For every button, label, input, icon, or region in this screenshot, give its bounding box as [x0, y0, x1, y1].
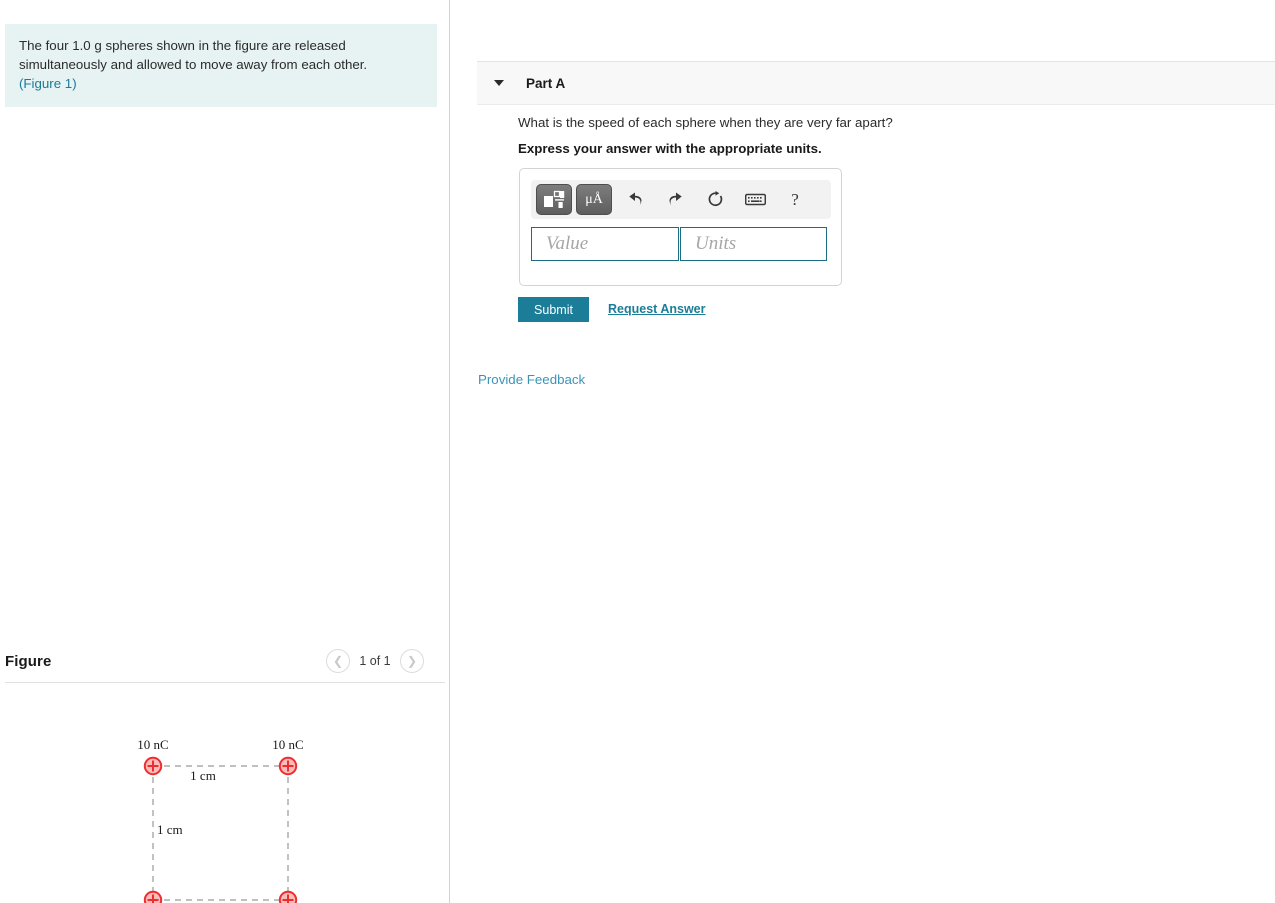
left-panel: The four 1.0 g spheres shown in the figu… [0, 0, 450, 903]
answer-entry-widget: μÅ ? Value Units [519, 168, 842, 286]
dimension-label-left: 1 cm [157, 822, 183, 837]
charge-square-diagram: 1 cm 1 cm 10 nC 10 nC [137, 737, 304, 903]
units-button-label: μÅ [585, 191, 603, 207]
submit-button[interactable]: Submit [518, 297, 589, 322]
question-text: The four 1.0 g spheres shown in the figu… [19, 38, 368, 72]
dimension-label-top: 1 cm [190, 768, 216, 783]
units-input[interactable] [680, 227, 827, 261]
template-glyph [544, 190, 565, 208]
part-a-header[interactable]: Part A [477, 61, 1275, 105]
redo-arrow-icon[interactable] [656, 184, 694, 215]
charge-label-top-left: 10 nC [137, 737, 168, 752]
figure-section: Figure ❮ 1 of 1 ❯ 1 cm 1 cm 10 nC 10 nC [0, 640, 450, 903]
template-icon[interactable] [536, 184, 572, 215]
figure-page-indicator: 1 of 1 [359, 654, 391, 668]
value-input[interactable] [531, 227, 679, 261]
figure-diagram: 1 cm 1 cm 10 nC 10 nC [0, 683, 450, 903]
charge-label-top-right: 10 nC [272, 737, 303, 752]
request-answer-link[interactable]: Request Answer [608, 302, 705, 316]
reset-circular-arrow-icon[interactable] [696, 184, 734, 215]
part-a-title: Part A [526, 75, 566, 91]
keyboard-icon[interactable] [736, 184, 774, 215]
figure-pager: ❮ 1 of 1 ❯ [326, 649, 424, 673]
provide-feedback-link[interactable]: Provide Feedback [478, 372, 585, 387]
charge-top-right: 10 nC [272, 737, 304, 776]
right-panel: Part A What is the speed of each sphere … [451, 0, 1275, 903]
keyboard-glyph [744, 193, 766, 206]
charge-top-left: 10 nC [137, 737, 169, 776]
chevron-left-icon[interactable]: ❮ [326, 649, 350, 673]
question-statement-box: The four 1.0 g spheres shown in the figu… [5, 24, 437, 107]
redo-glyph [669, 192, 682, 206]
reset-glyph [708, 191, 722, 206]
caret-down-icon[interactable] [494, 80, 504, 86]
page-root: The four 1.0 g spheres shown in the figu… [0, 0, 1275, 903]
help-icon[interactable]: ? [776, 184, 814, 215]
units-button[interactable]: μÅ [576, 184, 612, 215]
answer-toolbar: μÅ ? [531, 180, 831, 219]
undo-arrow-icon[interactable] [616, 184, 654, 215]
charge-bottom-left: 10 nC [143, 890, 163, 903]
help-icon-label: ? [791, 189, 799, 209]
charge-bottom-right: 10 nC [278, 890, 298, 903]
figure-reference-link[interactable]: (Figure 1) [19, 76, 77, 91]
figure-title: Figure [5, 652, 52, 670]
figure-header: Figure ❮ 1 of 1 ❯ [0, 640, 450, 682]
question-prompt: What is the speed of each sphere when th… [518, 115, 893, 130]
undo-glyph [628, 192, 641, 206]
chevron-right-icon[interactable]: ❯ [400, 649, 424, 673]
units-instruction: Express your answer with the appropriate… [518, 141, 822, 156]
